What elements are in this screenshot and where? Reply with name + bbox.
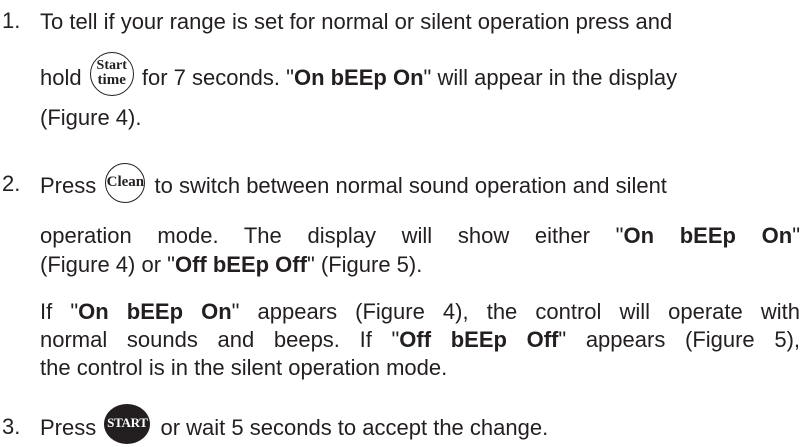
- step-2-line-3: (Figure 4) or "Off bEEp Off" (Figure 5).: [40, 252, 423, 277]
- step-2-para-2-line-2: normal sounds and beeps. If "Off bEEp Of…: [40, 327, 801, 352]
- step-1-line-3: (Figure 4).: [40, 105, 142, 130]
- step-3-line-1: Press START or wait 5 seconds to accept …: [40, 404, 548, 445]
- step-1-line-1: To tell if your range is set for normal …: [40, 9, 673, 34]
- step-number: 2.: [2, 171, 21, 196]
- display-text-on-beep-on: On bEEp On: [293, 64, 424, 90]
- step-1-line-2: hold Start time for 7 seconds. "On bEEp O…: [40, 52, 677, 96]
- start-time-key-icon: Start time: [89, 52, 134, 96]
- step-number: 1.: [2, 8, 21, 33]
- clean-key-icon: Clean: [105, 163, 146, 203]
- step-2-para-2-line-1: If "On bEEp On" appears (Figure 4), the …: [40, 299, 800, 324]
- step-2-para-2-line-3: the control is in the silent operation m…: [40, 355, 448, 380]
- start-key-icon: START: [104, 404, 151, 445]
- step-2-line-2: operation mode. The display will show ei…: [40, 223, 800, 248]
- step-2-line-1: Press Clean to switch between normal sou…: [40, 163, 667, 203]
- step-number: 3.: [2, 414, 21, 439]
